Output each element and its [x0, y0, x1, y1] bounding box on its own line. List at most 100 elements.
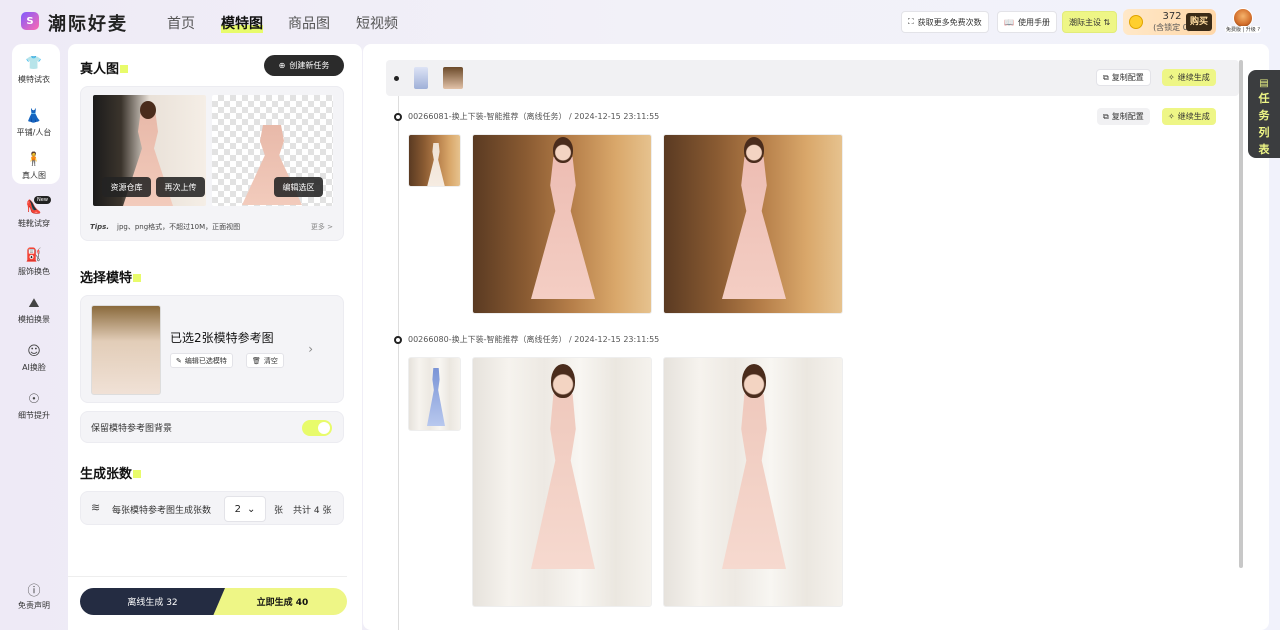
result-image[interactable]: [663, 134, 843, 314]
task-title: 00266081-换上下装-智能推荐（离线任务）: [408, 112, 567, 121]
sidebar-item-label: 服饰换色: [18, 267, 50, 276]
sidebar-item-scene-swap[interactable]: ⛰ 模拍换景: [8, 294, 60, 325]
brand-name[interactable]: 潮际好麦: [48, 10, 128, 36]
buy-button[interactable]: 购买: [1185, 13, 1212, 31]
reupload-button[interactable]: 再次上传: [156, 177, 205, 197]
config-panel: 真人图 ⊕ 创建新任务 资源仓库 再次上传 编辑选区 Tips. jpg、png格式…: [68, 44, 362, 630]
count-title: 生成张数: [80, 463, 141, 482]
sidebar-item-face-swap[interactable]: ☺ AI换脸: [8, 342, 60, 373]
copy-config-label: 复制配置: [1111, 112, 1144, 121]
copy-config-button[interactable]: ⧉ 复制配置: [1096, 69, 1151, 86]
copy-config-button[interactable]: ⧉ 复制配置: [1097, 108, 1150, 125]
count-select[interactable]: 2 ⌄: [224, 496, 266, 522]
instant-generate-button[interactable]: 立即生成 40: [208, 588, 347, 615]
chevron-right-icon: ›: [308, 342, 313, 356]
model-head: [140, 101, 156, 119]
sidebar-item-flatlay[interactable]: 👗 平铺/人台: [8, 107, 60, 138]
sidebar-item-label: 模特试衣: [18, 75, 50, 84]
model-head: [553, 137, 573, 163]
dress-form-icon: 👗: [25, 108, 43, 124]
chevron-down-icon: ⌄: [246, 503, 256, 515]
theme-button[interactable]: 潮际主设 ⇅: [1062, 11, 1118, 33]
selected-count: 已选2张模特参考图: [170, 331, 274, 345]
task-header: 00266081-换上下装-智能推荐（离线任务） / 2024-12-15 23…: [408, 112, 660, 121]
sidebar-item-label: AI换脸: [22, 363, 46, 372]
timeline-dot: [394, 76, 399, 81]
sidebar-item-model-tryon[interactable]: 👕 模特试衣: [8, 54, 60, 85]
app-logo[interactable]: S: [21, 12, 39, 30]
offline-generate-button[interactable]: 离线生成 32: [80, 588, 225, 615]
task-list-tab[interactable]: ▤ 任 务 列 表: [1248, 70, 1280, 158]
continue-label: 继续生成: [1177, 112, 1210, 121]
nav-home[interactable]: 首页: [167, 13, 195, 33]
keep-bg-toggle[interactable]: [302, 420, 332, 436]
result-image[interactable]: [663, 357, 843, 607]
edit-models-label: 编辑已选模特: [184, 356, 227, 365]
continue-label: 继续生成: [1177, 73, 1210, 82]
count-value: 2: [234, 503, 241, 515]
timeline-line: [398, 96, 399, 630]
asset-library-button[interactable]: 资源仓库: [102, 177, 151, 197]
layers-icon: ≋: [91, 501, 101, 514]
person-icon: 🧍: [25, 151, 43, 167]
keep-bg-label: 保留模特参考图背景: [91, 424, 173, 434]
list-icon: ▤: [1259, 78, 1269, 89]
manual-label: 使用手册: [1017, 17, 1050, 27]
current-model-thumb[interactable]: [414, 67, 428, 89]
sidebar-item-enhance[interactable]: ☉ 细节提升: [8, 390, 60, 421]
sidebar-item-shoe-tryon[interactable]: New 👠 鞋靴试穿: [8, 196, 60, 229]
dress-figure: [722, 157, 786, 299]
sidebar-item-label: 平铺/人台: [16, 128, 52, 137]
sidebar-item-label: 模拍换景: [18, 315, 50, 324]
coin-icon: [1129, 15, 1143, 29]
task-list-char: 列: [1258, 126, 1270, 139]
tips-text: Tips. jpg、png格式，不超过10M，正面视图: [90, 222, 240, 232]
real-photo-title: 真人图: [80, 58, 128, 77]
task-title: 00266080-换上下装-智能推荐（离线任务）: [408, 335, 567, 344]
upload-card: 资源仓库 再次上传 编辑选区 Tips. jpg、png格式，不超过10M，正面视…: [80, 86, 344, 241]
edit-selection-button[interactable]: 编辑选区: [274, 177, 323, 197]
free-times-button[interactable]: ⛶ 获取更多免费次数: [901, 11, 989, 33]
edit-icon: ✎: [176, 356, 182, 365]
user-avatar[interactable]: 免费版 | 升级 ?: [1225, 8, 1261, 36]
task-input-thumb[interactable]: [408, 134, 461, 187]
nav-short-video[interactable]: 短视频: [356, 13, 398, 33]
nav-product-image[interactable]: 商品图: [288, 13, 330, 33]
divider: [68, 576, 347, 577]
credits-box[interactable]: 372 (含锁定 0) 购买: [1123, 9, 1216, 35]
plus-icon: ⊕: [278, 61, 286, 70]
task-time: 2024-12-15 23:11:55: [574, 335, 660, 344]
model-card[interactable]: 已选2张模特参考图 ✎ 编辑已选模特 🗑 清空 ›: [80, 295, 344, 403]
create-task-button[interactable]: ⊕ 创建新任务: [264, 55, 344, 76]
tips-content: jpg、png格式，不超过10M，正面视图: [117, 223, 241, 231]
task-header: 00266080-换上下装-智能推荐（离线任务） / 2024-12-15 23…: [408, 335, 660, 344]
task-list-char: 任: [1258, 92, 1270, 105]
magic-wand-icon: ✧: [1168, 112, 1175, 121]
results-area: ⧉ 复制配置 ✧ 继续生成 00266081-换上下装-智能推荐（离线任务） / 2…: [363, 44, 1269, 630]
model-head: [551, 364, 575, 398]
magic-wand-icon: ✧: [1168, 73, 1175, 82]
task-input-thumb[interactable]: [408, 357, 461, 431]
clear-button[interactable]: 🗑 清空: [246, 353, 284, 368]
nav-model-image[interactable]: 模特图: [221, 13, 263, 33]
continue-button[interactable]: ✧ 继续生成: [1162, 69, 1216, 86]
result-image[interactable]: [472, 134, 652, 314]
current-outfit-thumb[interactable]: [443, 67, 463, 89]
unit-label: 张: [274, 506, 284, 516]
model-title: 选择模特: [80, 267, 141, 286]
sidebar-item-disclaimer[interactable]: ⓘ 免责声明: [8, 580, 60, 611]
new-badge: New: [34, 196, 51, 204]
edit-models-button[interactable]: ✎ 编辑已选模特: [170, 353, 233, 368]
sidebar-item-label: 真人图: [22, 171, 46, 180]
result-image[interactable]: [472, 357, 652, 607]
scrollbar[interactable]: [1239, 60, 1243, 568]
more-link[interactable]: 更多 >: [311, 222, 333, 232]
theme-label: 潮际主设 ⇅: [1069, 17, 1111, 27]
manual-button[interactable]: 📖 使用手册: [997, 11, 1057, 33]
sidebar-item-recolor[interactable]: ⛽ 服饰换色: [8, 246, 60, 277]
sidebar-item-label: 免责声明: [18, 601, 50, 610]
sidebar-item-real-person[interactable]: 🧍 真人图: [8, 150, 60, 181]
task-list-char: 务: [1258, 109, 1270, 122]
face-icon: ☺: [27, 343, 41, 359]
continue-button[interactable]: ✧ 继续生成: [1162, 108, 1216, 125]
